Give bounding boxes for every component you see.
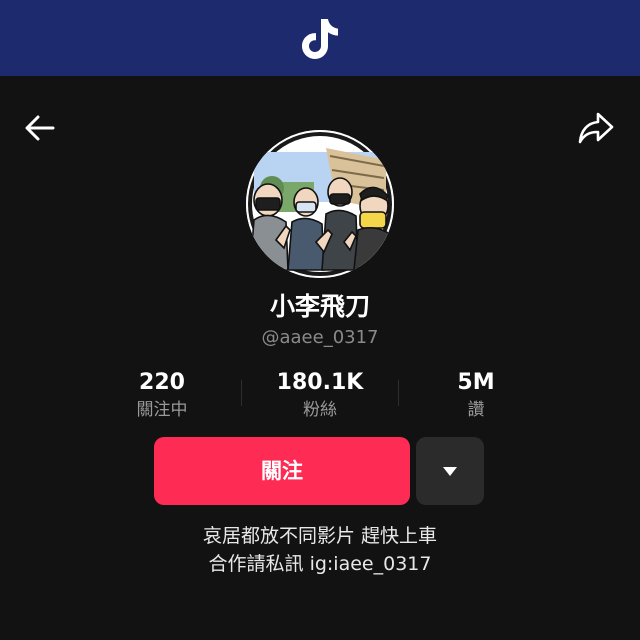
avatar-illustration (246, 130, 394, 278)
stat-label: 粉絲 (303, 400, 337, 420)
tiktok-logo-icon (299, 15, 341, 61)
share-arrow-icon (576, 112, 616, 152)
stat-label: 讚 (467, 400, 485, 420)
stat-following[interactable]: 220 關注中 (82, 368, 242, 422)
display-name: 小李飛刀 (269, 292, 370, 321)
app-header (0, 0, 640, 76)
profile-page: 小李飛刀 @aaee_0317 220 關注中 180.1K 粉絲 5M 讚 關… (0, 0, 640, 640)
arrow-left-icon (22, 115, 58, 150)
share-button[interactable] (576, 108, 616, 148)
stat-value: 220 (139, 370, 185, 395)
follow-button[interactable]: 關注 (154, 437, 410, 505)
bio-line: 哀居都放不同影片 趕快上車 (202, 525, 438, 547)
username-handle: @aaee_0317 (261, 327, 379, 348)
avatar[interactable] (246, 130, 394, 278)
bio-line: 合作請私訊 ig:iaee_0317 (208, 553, 432, 575)
stat-label: 關注中 (136, 400, 188, 420)
stat-likes[interactable]: 5M 讚 (396, 368, 556, 422)
back-button[interactable] (22, 110, 58, 146)
stat-value: 5M (457, 370, 495, 395)
more-options-button[interactable] (416, 437, 484, 505)
stat-value: 180.1K (276, 370, 364, 395)
stat-followers[interactable]: 180.1K 粉絲 (240, 368, 400, 422)
